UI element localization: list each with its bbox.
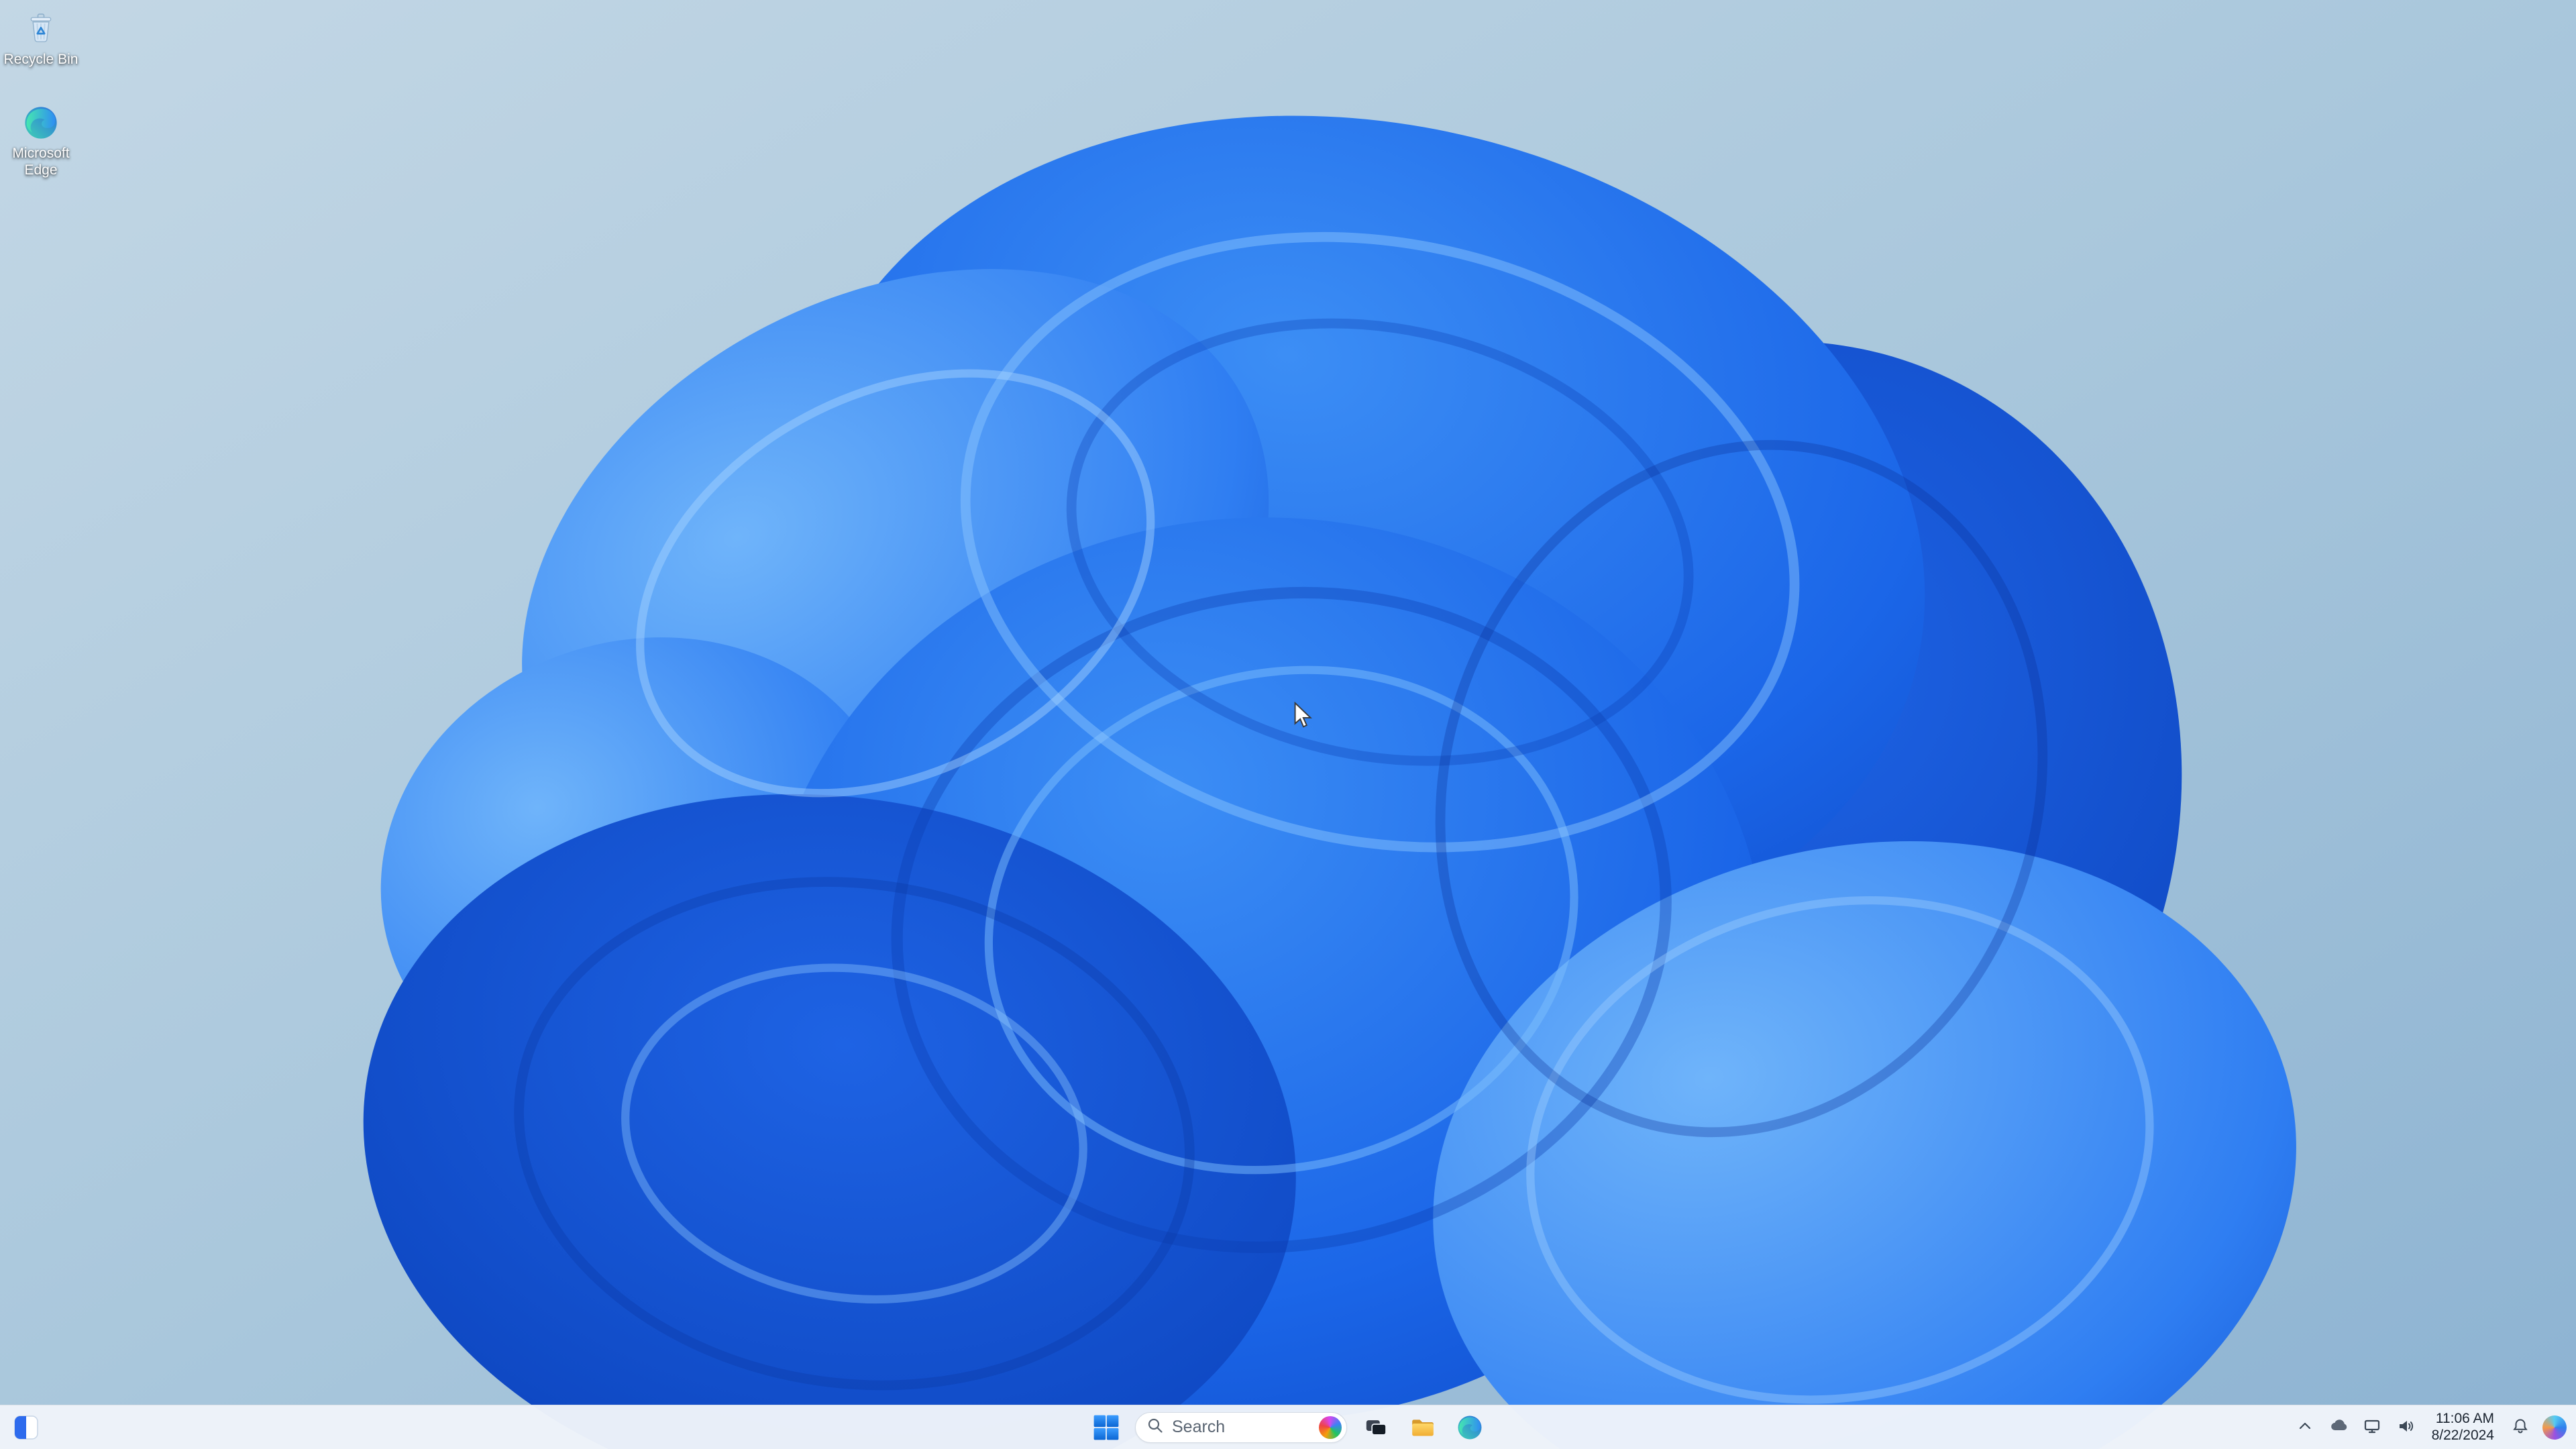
search-highlights-icon	[1319, 1415, 1342, 1439]
system-tray: 11:06 AM 8/22/2024	[2291, 1405, 2569, 1449]
edge-taskbar-button[interactable]	[1452, 1409, 1488, 1446]
file-explorer-button[interactable]	[1405, 1409, 1441, 1446]
taskbar-left	[8, 1405, 44, 1449]
task-view-button[interactable]	[1358, 1409, 1394, 1446]
clock-date: 8/22/2024	[2431, 1428, 2494, 1443]
desktop-icon-grid: Recycle Bin Microsoft Edge	[1, 11, 80, 199]
desktop-icon-label: Microsoft Edge	[12, 146, 70, 178]
edge-icon	[23, 105, 59, 141]
widgets-icon	[14, 1415, 38, 1440]
copilot-icon	[2542, 1415, 2567, 1440]
start-button[interactable]	[1088, 1409, 1124, 1446]
tray-overflow-button[interactable]	[2291, 1409, 2319, 1446]
task-view-icon	[1362, 1414, 1389, 1441]
desktop-icon-microsoft-edge[interactable]: Microsoft Edge	[1, 105, 80, 199]
notification-bell-icon	[2511, 1417, 2530, 1438]
windows-start-icon	[1092, 1413, 1120, 1442]
clock-time: 11:06 AM	[2435, 1411, 2494, 1426]
search-placeholder: Search	[1172, 1417, 1226, 1436]
wallpaper-bloom	[0, 0, 2576, 1449]
desktop-icon-recycle-bin[interactable]: Recycle Bin	[1, 11, 80, 105]
widgets-button[interactable]	[8, 1409, 44, 1446]
taskbar: Search 11:06 AM 8/22/2024	[0, 1405, 2576, 1449]
onedrive-tray-button[interactable]	[2324, 1409, 2353, 1446]
desktop: Recycle Bin Microsoft Edge Search 11:06 …	[0, 0, 2576, 1449]
network-icon	[2363, 1417, 2381, 1438]
onedrive-icon	[2329, 1417, 2348, 1438]
volume-tray-button[interactable]	[2392, 1409, 2420, 1446]
search-icon	[1146, 1417, 1164, 1438]
chevron-up-icon	[2296, 1417, 2314, 1438]
taskbar-search[interactable]: Search	[1135, 1411, 1347, 1443]
taskbar-center: Search	[1088, 1405, 1488, 1449]
edge-icon	[1456, 1414, 1483, 1441]
copilot-button[interactable]	[2540, 1409, 2569, 1446]
desktop-icon-label: Recycle Bin	[3, 52, 78, 67]
mouse-cursor	[1294, 702, 1312, 728]
recycle-bin-icon	[23, 11, 59, 47]
clock[interactable]: 11:06 AM 8/22/2024	[2425, 1409, 2501, 1446]
network-tray-button[interactable]	[2358, 1409, 2386, 1446]
volume-icon	[2396, 1417, 2415, 1438]
file-explorer-icon	[1409, 1414, 1436, 1441]
notification-center-button[interactable]	[2506, 1409, 2534, 1446]
